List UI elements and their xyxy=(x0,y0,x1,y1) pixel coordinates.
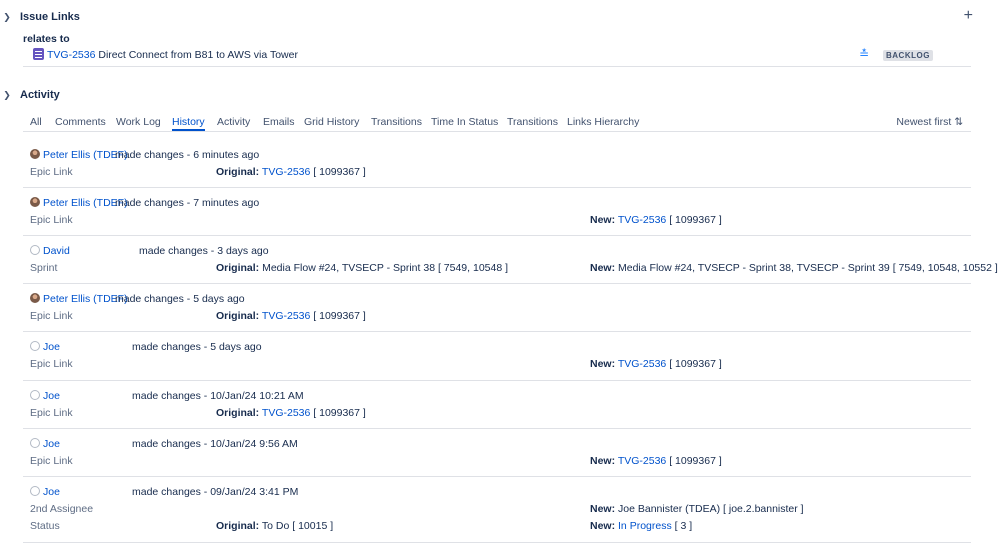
history-entry: Joe made changes - 5 days ago Epic Link … xyxy=(23,332,971,381)
chevron-down-icon[interactable]: ❯ xyxy=(0,12,14,23)
change-action: made changes - 5 days ago xyxy=(132,341,262,353)
field-name: Sprint xyxy=(30,262,58,274)
history-entry: Peter Ellis (TDEF) made changes - 6 minu… xyxy=(23,140,971,188)
change-action: made changes - 6 minutes ago xyxy=(115,149,260,161)
chevron-down-icon[interactable]: ❯ xyxy=(0,90,14,101)
avatar xyxy=(30,341,40,351)
field-name: Status xyxy=(30,520,60,532)
tab-transitions-2[interactable]: Transitions xyxy=(507,116,558,128)
avatar xyxy=(30,486,40,496)
author-link[interactable]: David xyxy=(43,245,70,257)
original-value: Original: TVG-2536 [ 1099367 ] xyxy=(216,407,366,419)
status-badge: BACKLOG xyxy=(883,50,933,61)
change-action: made changes - 5 days ago xyxy=(115,293,245,305)
new-value: New: TVG-2536 [ 1099367 ] xyxy=(590,214,722,226)
change-action: made changes - 10/Jan/24 10:21 AM xyxy=(132,390,304,402)
issue-link[interactable]: TVG-2536 xyxy=(618,455,666,467)
history-entry: Joe made changes - 10/Jan/24 10:21 AM Ep… xyxy=(23,381,971,429)
history-entry: Peter Ellis (TDEF) made changes - 7 minu… xyxy=(23,188,971,236)
author-link[interactable]: Joe xyxy=(43,486,60,498)
original-value: Original: To Do [ 10015 ] xyxy=(216,520,334,532)
issue-link[interactable]: TVG-2536 xyxy=(618,358,666,370)
author-link[interactable]: Joe xyxy=(43,390,60,402)
tab-history[interactable]: History xyxy=(172,116,205,131)
field-name: 2nd Assignee xyxy=(30,503,94,515)
tab-emails[interactable]: Emails xyxy=(263,116,295,128)
avatar xyxy=(30,245,40,255)
tab-links-hierarchy[interactable]: Links Hierarchy xyxy=(567,116,639,128)
activity-header: ❯ Activity xyxy=(0,89,60,101)
priority-lowest-icon: ≛ xyxy=(859,47,869,61)
original-value: Original: TVG-2536 [ 1099367 ] xyxy=(216,310,366,322)
status-link[interactable]: In Progress xyxy=(618,520,672,532)
activity-tabs: All Comments Work Log History Activity E… xyxy=(23,115,971,132)
change-action: made changes - 3 days ago xyxy=(139,245,269,257)
field-name: Epic Link xyxy=(30,166,73,178)
linked-issue-row[interactable]: TVG-2536 Direct Connect from B81 to AWS … xyxy=(23,47,971,67)
issue-link[interactable]: TVG-2536 xyxy=(262,310,310,322)
tab-activity[interactable]: Activity xyxy=(217,116,250,128)
tab-work-log[interactable]: Work Log xyxy=(116,116,161,128)
story-icon xyxy=(33,48,44,60)
sort-order-button[interactable]: Newest first ⇅ xyxy=(896,116,963,128)
tab-transitions[interactable]: Transitions xyxy=(371,116,422,128)
history-entry: Peter Ellis (TDEF) made changes - 5 days… xyxy=(23,284,971,332)
field-name: Epic Link xyxy=(30,214,73,226)
new-value: New: Joe Bannister (TDEA) [ joe.2.bannis… xyxy=(590,503,804,515)
new-value: New: TVG-2536 [ 1099367 ] xyxy=(590,358,722,370)
issue-links-header: ❯ Issue Links xyxy=(0,11,80,23)
avatar xyxy=(30,149,40,159)
tab-grid-history[interactable]: Grid History xyxy=(304,116,359,128)
history-entry: Joe made changes - 09/Jan/24 3:41 PM 2nd… xyxy=(23,477,971,543)
linked-issue-summary: Direct Connect from B81 to AWS via Tower xyxy=(98,49,298,61)
original-value: Original: Media Flow #24, TVSECP - Sprin… xyxy=(216,262,509,274)
change-action: made changes - 09/Jan/24 3:41 PM xyxy=(132,486,299,498)
change-action: made changes - 7 minutes ago xyxy=(115,197,260,209)
new-value: New: Media Flow #24, TVSECP - Sprint 38,… xyxy=(590,262,998,274)
avatar xyxy=(30,197,40,207)
issue-links-title: Issue Links xyxy=(20,11,80,23)
history-entry: David made changes - 3 days ago Sprint O… xyxy=(23,236,998,284)
original-value: Original: TVG-2536 [ 1099367 ] xyxy=(216,166,366,178)
avatar xyxy=(30,438,40,448)
author-link[interactable]: Joe xyxy=(43,438,60,450)
sort-label: Newest first xyxy=(896,116,952,128)
new-value: New: In Progress [ 3 ] xyxy=(590,520,693,532)
avatar xyxy=(30,293,40,303)
issue-link[interactable]: TVG-2536 xyxy=(618,214,666,226)
field-name: Epic Link xyxy=(30,407,73,419)
activity-title: Activity xyxy=(20,89,60,101)
field-name: Epic Link xyxy=(30,310,73,322)
tab-time-in-status[interactable]: Time In Status xyxy=(431,116,498,128)
tab-comments[interactable]: Comments xyxy=(55,116,106,128)
avatar xyxy=(30,390,40,400)
linked-issue-key[interactable]: TVG-2536 xyxy=(47,49,95,61)
add-link-icon[interactable]: + xyxy=(964,8,973,24)
change-action: made changes - 10/Jan/24 9:56 AM xyxy=(132,438,298,450)
field-name: Epic Link xyxy=(30,358,73,370)
relation-label: relates to xyxy=(23,33,70,45)
issue-link[interactable]: TVG-2536 xyxy=(262,407,310,419)
tab-all[interactable]: All xyxy=(30,116,42,128)
field-name: Epic Link xyxy=(30,455,73,467)
history-entry: Joe made changes - 10/Jan/24 9:56 AM Epi… xyxy=(23,429,971,477)
sort-icon: ⇅ xyxy=(954,116,963,128)
new-value: New: TVG-2536 [ 1099367 ] xyxy=(590,455,722,467)
author-link[interactable]: Joe xyxy=(43,341,60,353)
issue-link[interactable]: TVG-2536 xyxy=(262,166,310,178)
